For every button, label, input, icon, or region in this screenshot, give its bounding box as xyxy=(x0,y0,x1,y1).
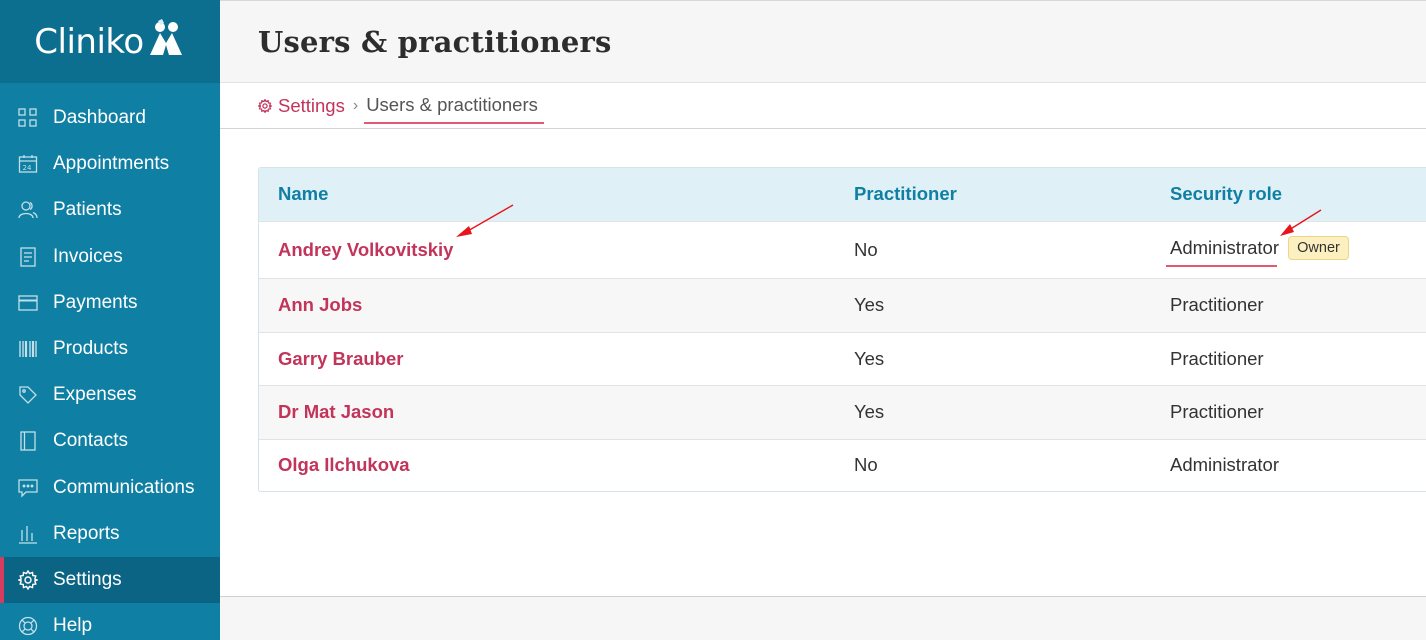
security-role-value: Administrator xyxy=(1166,237,1279,268)
column-header-practitioner[interactable]: Practitioner xyxy=(835,168,1151,221)
grid-icon xyxy=(18,108,38,128)
sidebar-item-label: Contacts xyxy=(53,430,128,452)
sidebar-item-products[interactable]: Products xyxy=(0,326,220,372)
sidebar-item-label: Settings xyxy=(53,568,122,590)
table-row[interactable]: Andrey Volkovitskiy No Administrator Own… xyxy=(259,221,1426,278)
table-header-row: Name Practitioner Security role xyxy=(259,168,1426,221)
sidebar-item-label: Expenses xyxy=(53,384,137,406)
sidebar-item-help[interactable]: Help xyxy=(0,603,220,640)
cliniko-logo[interactable]: Cliniko xyxy=(0,0,220,83)
security-role-value: Practitioner xyxy=(1170,294,1264,315)
document-icon xyxy=(18,247,38,267)
sidebar-item-communications[interactable]: Communications xyxy=(0,465,220,511)
owner-badge: Owner xyxy=(1288,235,1349,260)
table-row[interactable]: Garry Brauber Yes Practitioner xyxy=(259,332,1426,385)
sidebar-item-invoices[interactable]: Invoices xyxy=(0,234,220,280)
sidebar-item-label: Products xyxy=(53,338,128,360)
gear-icon xyxy=(258,98,272,113)
sidebar-item-patients[interactable]: Patients xyxy=(0,187,220,233)
security-role-value: Practitioner xyxy=(1170,347,1264,369)
sidebar-item-label: Patients xyxy=(53,199,122,221)
sidebar-item-dashboard[interactable]: Dashboard xyxy=(0,95,220,141)
user-name-link[interactable]: Dr Mat Jason xyxy=(278,401,394,422)
barcode-icon xyxy=(18,339,38,359)
sidebar-item-label: Communications xyxy=(53,476,195,498)
practitioner-value: No xyxy=(854,454,878,476)
gear-icon xyxy=(18,569,38,590)
lifebuoy-icon xyxy=(18,616,38,636)
breadcrumb-settings-link[interactable]: Settings xyxy=(258,95,345,117)
sidebar-item-label: Help xyxy=(53,615,93,637)
users-table: Name Practitioner Security role Andrey V… xyxy=(258,167,1426,492)
main-content: Users & practitioners Settings › Users &… xyxy=(220,0,1426,640)
security-role-value: Practitioner xyxy=(1170,401,1264,422)
bar-chart-icon xyxy=(18,524,38,544)
svg-text:24: 24 xyxy=(23,164,32,172)
calendar-icon: 24 xyxy=(18,154,38,174)
chat-icon xyxy=(18,478,38,498)
sidebar-item-label: Reports xyxy=(53,522,120,544)
tag-icon xyxy=(18,385,38,405)
logo-mark-icon xyxy=(146,18,186,57)
sidebar-item-label: Invoices xyxy=(53,245,123,267)
sidebar: Cliniko Dashboard 24 Appointments Patien… xyxy=(0,0,220,640)
card-icon xyxy=(18,293,38,313)
sidebar-item-reports[interactable]: Reports xyxy=(0,511,220,557)
sidebar-item-payments[interactable]: Payments xyxy=(0,280,220,326)
sidebar-item-contacts[interactable]: Contacts xyxy=(0,418,220,464)
user-name-link[interactable]: Garry Brauber xyxy=(278,348,403,369)
sidebar-item-label: Appointments xyxy=(53,153,170,175)
logo-text: Cliniko xyxy=(34,21,144,62)
sidebar-item-settings[interactable]: Settings xyxy=(0,556,220,604)
page-title: Users & practitioners xyxy=(258,24,612,59)
sidebar-item-appointments[interactable]: 24 Appointments xyxy=(0,141,220,187)
practitioner-value: No xyxy=(854,238,878,260)
footer-section xyxy=(220,596,1426,640)
user-name-link[interactable]: Andrey Volkovitskiy xyxy=(278,239,453,260)
breadcrumb-settings-label: Settings xyxy=(278,94,345,116)
security-role-value: Administrator xyxy=(1170,454,1279,476)
book-icon xyxy=(18,431,38,452)
sidebar-item-label: Dashboard xyxy=(53,107,146,129)
page-header: Users & practitioners xyxy=(220,0,1426,83)
practitioner-value: Yes xyxy=(854,401,885,422)
chevron-right-icon: › xyxy=(352,96,359,114)
sidebar-nav: Dashboard 24 Appointments Patients Invoi… xyxy=(0,83,220,640)
people-icon xyxy=(18,200,38,220)
user-name-link[interactable]: Ann Jobs xyxy=(278,294,362,315)
sidebar-item-expenses[interactable]: Expenses xyxy=(0,372,220,418)
practitioner-value: Yes xyxy=(854,347,885,369)
user-name-link[interactable]: Olga Ilchukova xyxy=(278,454,410,475)
sidebar-item-label: Payments xyxy=(53,291,138,313)
breadcrumb-current: Users & practitioners xyxy=(364,94,544,124)
column-header-name[interactable]: Name xyxy=(259,168,835,221)
column-header-security-role[interactable]: Security role xyxy=(1151,168,1426,221)
table-row[interactable]: Ann Jobs Yes Practitioner xyxy=(259,278,1426,332)
table-row[interactable]: Dr Mat Jason Yes Practitioner xyxy=(259,385,1426,439)
breadcrumb: Settings › Users & practitioners xyxy=(220,83,1426,129)
practitioner-value: Yes xyxy=(854,294,885,315)
table-row[interactable]: Olga Ilchukova No Administrator xyxy=(259,439,1426,491)
